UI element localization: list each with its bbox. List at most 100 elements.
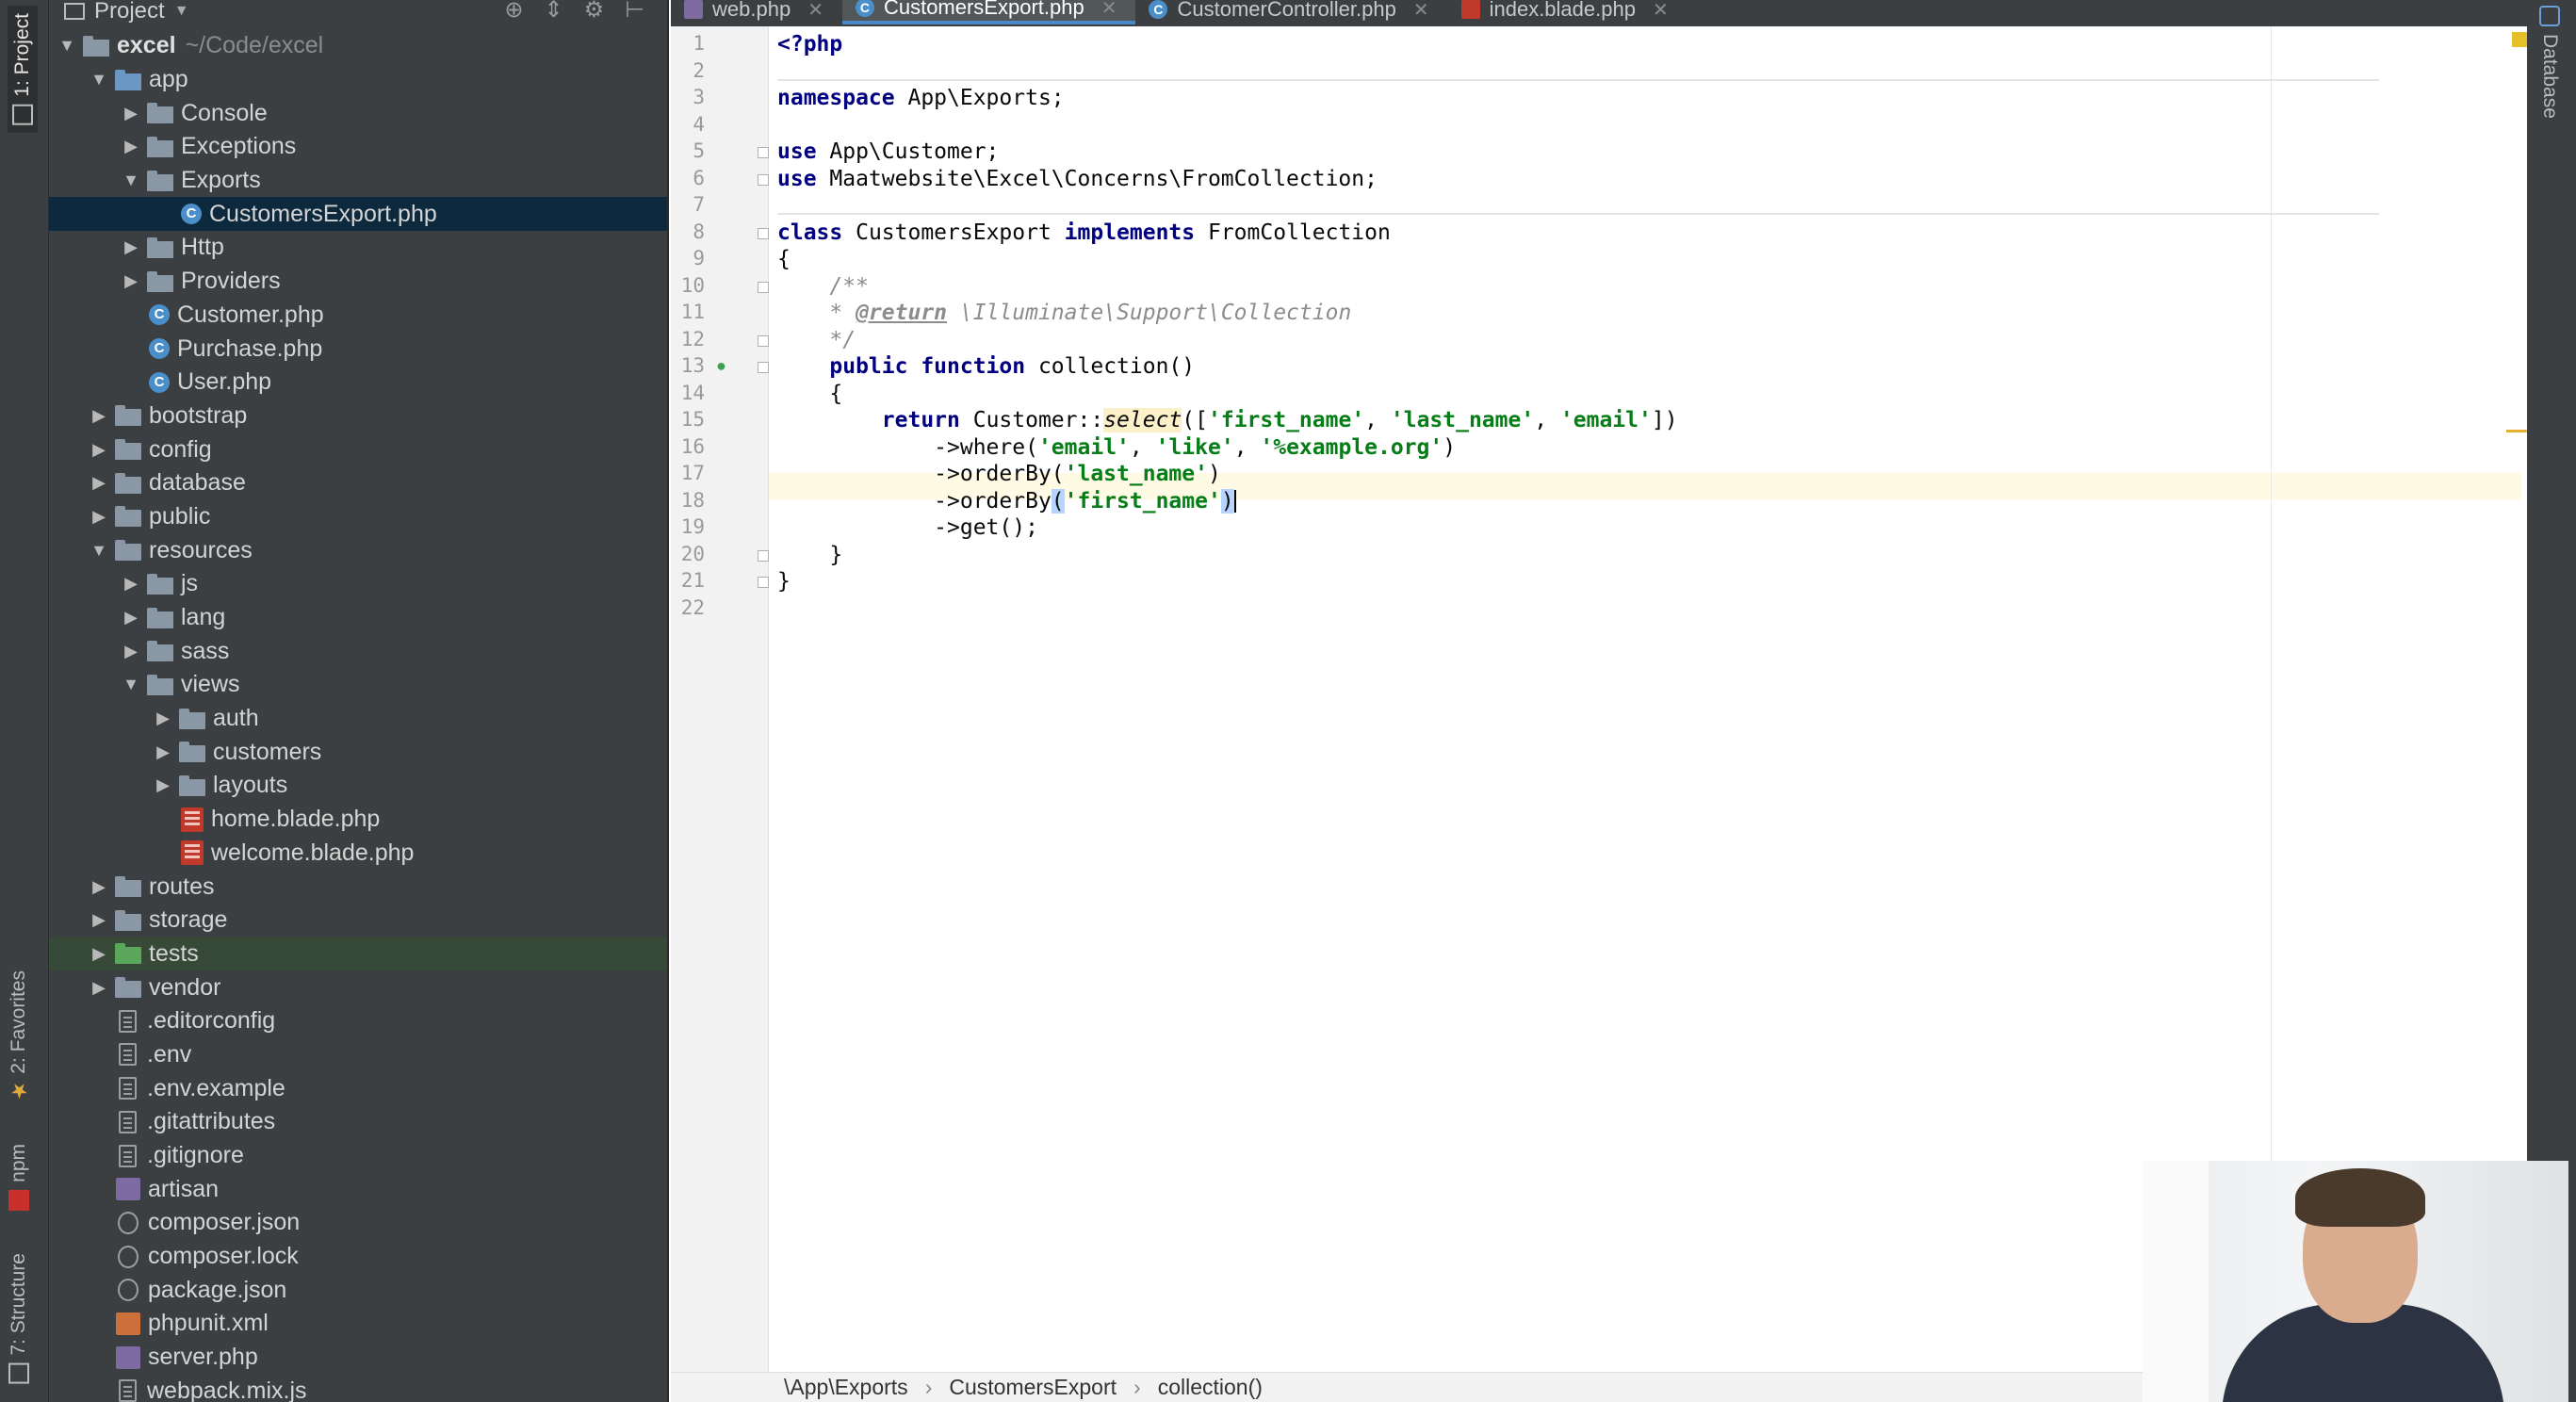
collapsed-arrow-icon[interactable]: ▶ <box>89 473 109 493</box>
project-tree-item[interactable]: ▼ app <box>49 63 667 97</box>
breadcrumb-item[interactable]: CustomersExport <box>949 1375 1117 1400</box>
warning-stripe-mark[interactable] <box>2506 430 2527 432</box>
expanded-arrow-icon[interactable]: ▼ <box>121 171 141 190</box>
project-tool-tab[interactable]: 1: Project <box>8 6 38 133</box>
structure-tool-tab[interactable]: 7: Structure <box>8 1253 30 1384</box>
project-tree-item[interactable]: ▼ Exports <box>49 164 667 198</box>
project-tree-item[interactable]: ▶ sass <box>49 634 667 668</box>
collapsed-arrow-icon[interactable]: ▶ <box>89 877 109 897</box>
close-icon[interactable]: ✕ <box>1101 0 1117 20</box>
project-tree-item[interactable]: ▶ Providers <box>49 265 667 299</box>
collapsed-arrow-icon[interactable]: ▶ <box>121 237 141 257</box>
editor-tab[interactable]: web.php ✕ <box>671 0 842 24</box>
expanded-arrow-icon[interactable]: ▼ <box>121 675 141 694</box>
project-tree-item[interactable]: package.json <box>49 1273 667 1307</box>
json-file-icon <box>118 1279 139 1302</box>
line-number: 18 <box>680 488 705 512</box>
project-tree-item[interactable]: ▼ views <box>49 668 667 702</box>
project-tree-item[interactable]: composer.json <box>49 1206 667 1240</box>
collapsed-arrow-icon[interactable]: ▶ <box>89 507 109 527</box>
collapsed-arrow-icon[interactable]: ▶ <box>121 574 141 594</box>
project-tree-item[interactable]: ▶ bootstrap <box>49 399 667 433</box>
project-tree-item[interactable]: .env <box>49 1038 667 1072</box>
close-icon[interactable]: ✕ <box>1653 0 1669 22</box>
fold-marker-icon[interactable] <box>758 362 769 373</box>
project-tree-item[interactable]: ▶ auth <box>49 702 667 736</box>
project-tree-item[interactable]: C User.php <box>49 366 667 399</box>
collapse-all-icon[interactable]: ⇕ <box>544 0 562 24</box>
fold-marker-icon[interactable] <box>758 147 769 158</box>
project-tree-item[interactable]: ▶ tests <box>49 937 667 971</box>
collapsed-arrow-icon[interactable]: ▶ <box>89 406 109 426</box>
collapsed-arrow-icon[interactable]: ▶ <box>153 775 173 795</box>
project-tree-item[interactable]: ▶ Http <box>49 231 667 265</box>
project-tree-item[interactable]: ▼ resources <box>49 533 667 567</box>
project-tree-item[interactable]: ▶ config <box>49 432 667 466</box>
project-tree-item[interactable]: ▶ lang <box>49 601 667 635</box>
project-tree-item[interactable]: artisan <box>49 1172 667 1206</box>
project-view-selector[interactable]: Project ▼ <box>64 0 189 24</box>
fold-marker-icon[interactable] <box>758 334 769 347</box>
editor-tab[interactable]: C CustomerController.php ✕ <box>1135 0 1447 24</box>
collapsed-arrow-icon[interactable]: ▶ <box>89 440 109 460</box>
expanded-arrow-icon[interactable]: ▼ <box>89 70 109 90</box>
project-tree-item[interactable]: ▶ database <box>49 466 667 500</box>
editor-tab[interactable]: C CustomersExport.php ✕ <box>841 0 1136 24</box>
hide-panel-icon[interactable]: ⊢ <box>625 0 644 24</box>
text-cursor <box>1233 490 1236 513</box>
fold-marker-icon[interactable] <box>758 173 769 186</box>
inspection-status-icon[interactable] <box>2512 32 2527 47</box>
project-tree-item[interactable]: ▶ Exceptions <box>49 130 667 164</box>
close-icon[interactable]: ✕ <box>1413 0 1429 22</box>
breadcrumb-item[interactable]: collection() <box>1158 1375 1263 1400</box>
collapsed-arrow-icon[interactable]: ▶ <box>121 271 141 291</box>
project-tree-item[interactable]: ▶ customers <box>49 735 667 769</box>
project-tree-item[interactable]: composer.lock <box>49 1240 667 1274</box>
npm-tool-tab[interactable]: npm <box>8 1144 30 1211</box>
expanded-arrow-icon[interactable]: ▼ <box>89 541 109 561</box>
project-tree-item[interactable]: ▶ routes <box>49 870 667 904</box>
project-tree-item[interactable]: .env.example <box>49 1071 667 1105</box>
project-tree-item[interactable]: .gitattributes <box>49 1105 667 1139</box>
favorites-tool-tab[interactable]: ★ 2: Favorites <box>7 970 30 1102</box>
project-tree-item[interactable]: ▶ public <box>49 500 667 534</box>
collapsed-arrow-icon[interactable]: ▶ <box>89 978 109 998</box>
project-tree-item-label: welcome.blade.php <box>211 839 415 866</box>
expanded-arrow-icon[interactable]: ▼ <box>57 36 77 56</box>
breadcrumb-item[interactable]: \App\Exports <box>784 1375 908 1400</box>
project-tree-item[interactable]: server.php <box>49 1341 667 1375</box>
collapsed-arrow-icon[interactable]: ▶ <box>153 742 173 762</box>
collapsed-arrow-icon[interactable]: ▶ <box>89 910 109 930</box>
collapsed-arrow-icon[interactable]: ▶ <box>121 104 141 123</box>
fold-marker-icon[interactable] <box>758 549 769 562</box>
project-tree-item[interactable]: ▶ Console <box>49 96 667 130</box>
fold-marker-icon[interactable] <box>758 577 769 588</box>
project-tree-item[interactable]: ▶ js <box>49 567 667 601</box>
fold-marker-icon[interactable] <box>758 281 769 293</box>
database-tool-tab[interactable]: Database <box>2538 6 2561 119</box>
project-tree-item[interactable]: .gitignore <box>49 1139 667 1173</box>
collapsed-arrow-icon[interactable]: ▶ <box>89 944 109 964</box>
project-tree-item[interactable]: ▶ layouts <box>49 769 667 803</box>
project-tree-item[interactable]: welcome.blade.php <box>49 837 667 871</box>
locate-icon[interactable]: ⊕ <box>504 0 523 24</box>
editor-tab[interactable]: index.blade.php ✕ <box>1448 0 1687 24</box>
close-icon[interactable]: ✕ <box>807 0 823 22</box>
gear-icon[interactable]: ⚙ <box>584 0 605 24</box>
project-tree-item[interactable]: C Purchase.php <box>49 332 667 366</box>
project-tree-item[interactable]: .editorconfig <box>49 1004 667 1038</box>
project-tree-item[interactable]: C Customer.php <box>49 299 667 333</box>
project-tree-item[interactable]: home.blade.php <box>49 803 667 837</box>
project-tree-item[interactable]: ▼ excel ~/Code/excel <box>49 29 667 63</box>
collapsed-arrow-icon[interactable]: ▶ <box>153 709 173 728</box>
collapsed-arrow-icon[interactable]: ▶ <box>121 608 141 628</box>
implements-method-icon[interactable]: ● <box>716 356 733 375</box>
project-tree-item[interactable]: phpunit.xml <box>49 1307 667 1341</box>
project-tree-item[interactable]: ▶ storage <box>49 904 667 937</box>
collapsed-arrow-icon[interactable]: ▶ <box>121 137 141 156</box>
project-tree-item[interactable]: C CustomersExport.php <box>49 197 667 232</box>
project-tree-item[interactable]: ▶ vendor <box>49 970 667 1004</box>
fold-marker-icon[interactable] <box>758 227 769 239</box>
project-tree-item[interactable]: webpack.mix.js <box>49 1375 667 1402</box>
collapsed-arrow-icon[interactable]: ▶ <box>121 642 141 661</box>
